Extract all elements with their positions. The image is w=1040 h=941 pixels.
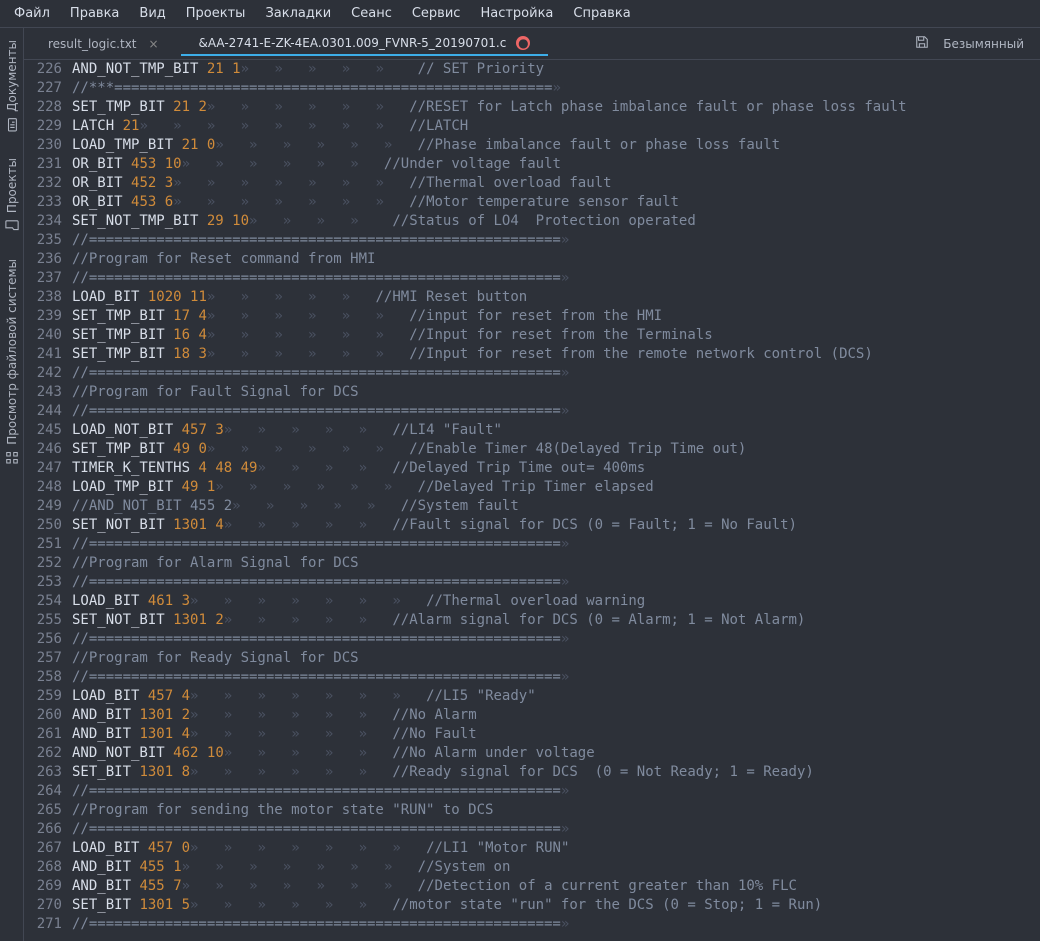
close-icon[interactable]: ×	[147, 37, 161, 51]
side-tab-doc[interactable]: Документы	[3, 34, 21, 138]
tab-label: &AA-2741-E-ZK-4EA.0301.009_FVNR-5_201907…	[199, 36, 507, 50]
menu-справка[interactable]: Справка	[563, 2, 640, 25]
menu-правка[interactable]: Правка	[60, 2, 129, 25]
tabbar: result_logic.txt × &AA-2741-E-ZK-4EA.0301.…	[24, 28, 1040, 60]
main: result_logic.txt × &AA-2741-E-ZK-4EA.0301.…	[24, 28, 1040, 941]
app-root: ФайлПравкаВидПроектыЗакладкиСеансСервисН…	[0, 0, 1040, 941]
menu-проекты[interactable]: Проекты	[176, 2, 256, 25]
editor[interactable]: 226 227 228 229 230 231 232 233 234 235 …	[24, 60, 1040, 941]
code-area[interactable]: AND_NOT_TMP_BIT 21 1» » » » » // SET Pri…	[72, 60, 1040, 941]
save-icon[interactable]	[915, 35, 929, 52]
side-panel: Документы Проекты Просмотр файловой систем…	[0, 28, 24, 941]
gutter: 226 227 228 229 230 231 232 233 234 235 …	[24, 60, 72, 941]
body-wrap: Документы Проекты Просмотр файловой систем…	[0, 28, 1040, 941]
tab[interactable]: &AA-2741-E-ZK-4EA.0301.009_FVNR-5_201907…	[181, 32, 549, 56]
menubar: ФайлПравкаВидПроектыЗакладкиСеансСервисН…	[0, 0, 1040, 28]
tab-label: result_logic.txt	[48, 37, 137, 51]
tabbar-right: Безымянный	[915, 35, 1034, 52]
menu-вид[interactable]: Вид	[129, 2, 175, 25]
menu-настройка[interactable]: Настройка	[470, 2, 563, 25]
tabbar-right-label[interactable]: Безымянный	[943, 37, 1024, 51]
tab[interactable]: result_logic.txt ×	[30, 33, 179, 55]
menu-закладки[interactable]: Закладки	[255, 2, 341, 25]
modified-dot-icon[interactable]: ●	[516, 36, 530, 50]
side-tab-fs[interactable]: Просмотр файловой системы	[3, 253, 21, 471]
menu-файл[interactable]: Файл	[4, 2, 60, 25]
menu-сервис[interactable]: Сервис	[402, 2, 471, 25]
side-tab-folder[interactable]: Проекты	[3, 152, 21, 239]
menu-сеанс[interactable]: Сеанс	[341, 2, 402, 25]
